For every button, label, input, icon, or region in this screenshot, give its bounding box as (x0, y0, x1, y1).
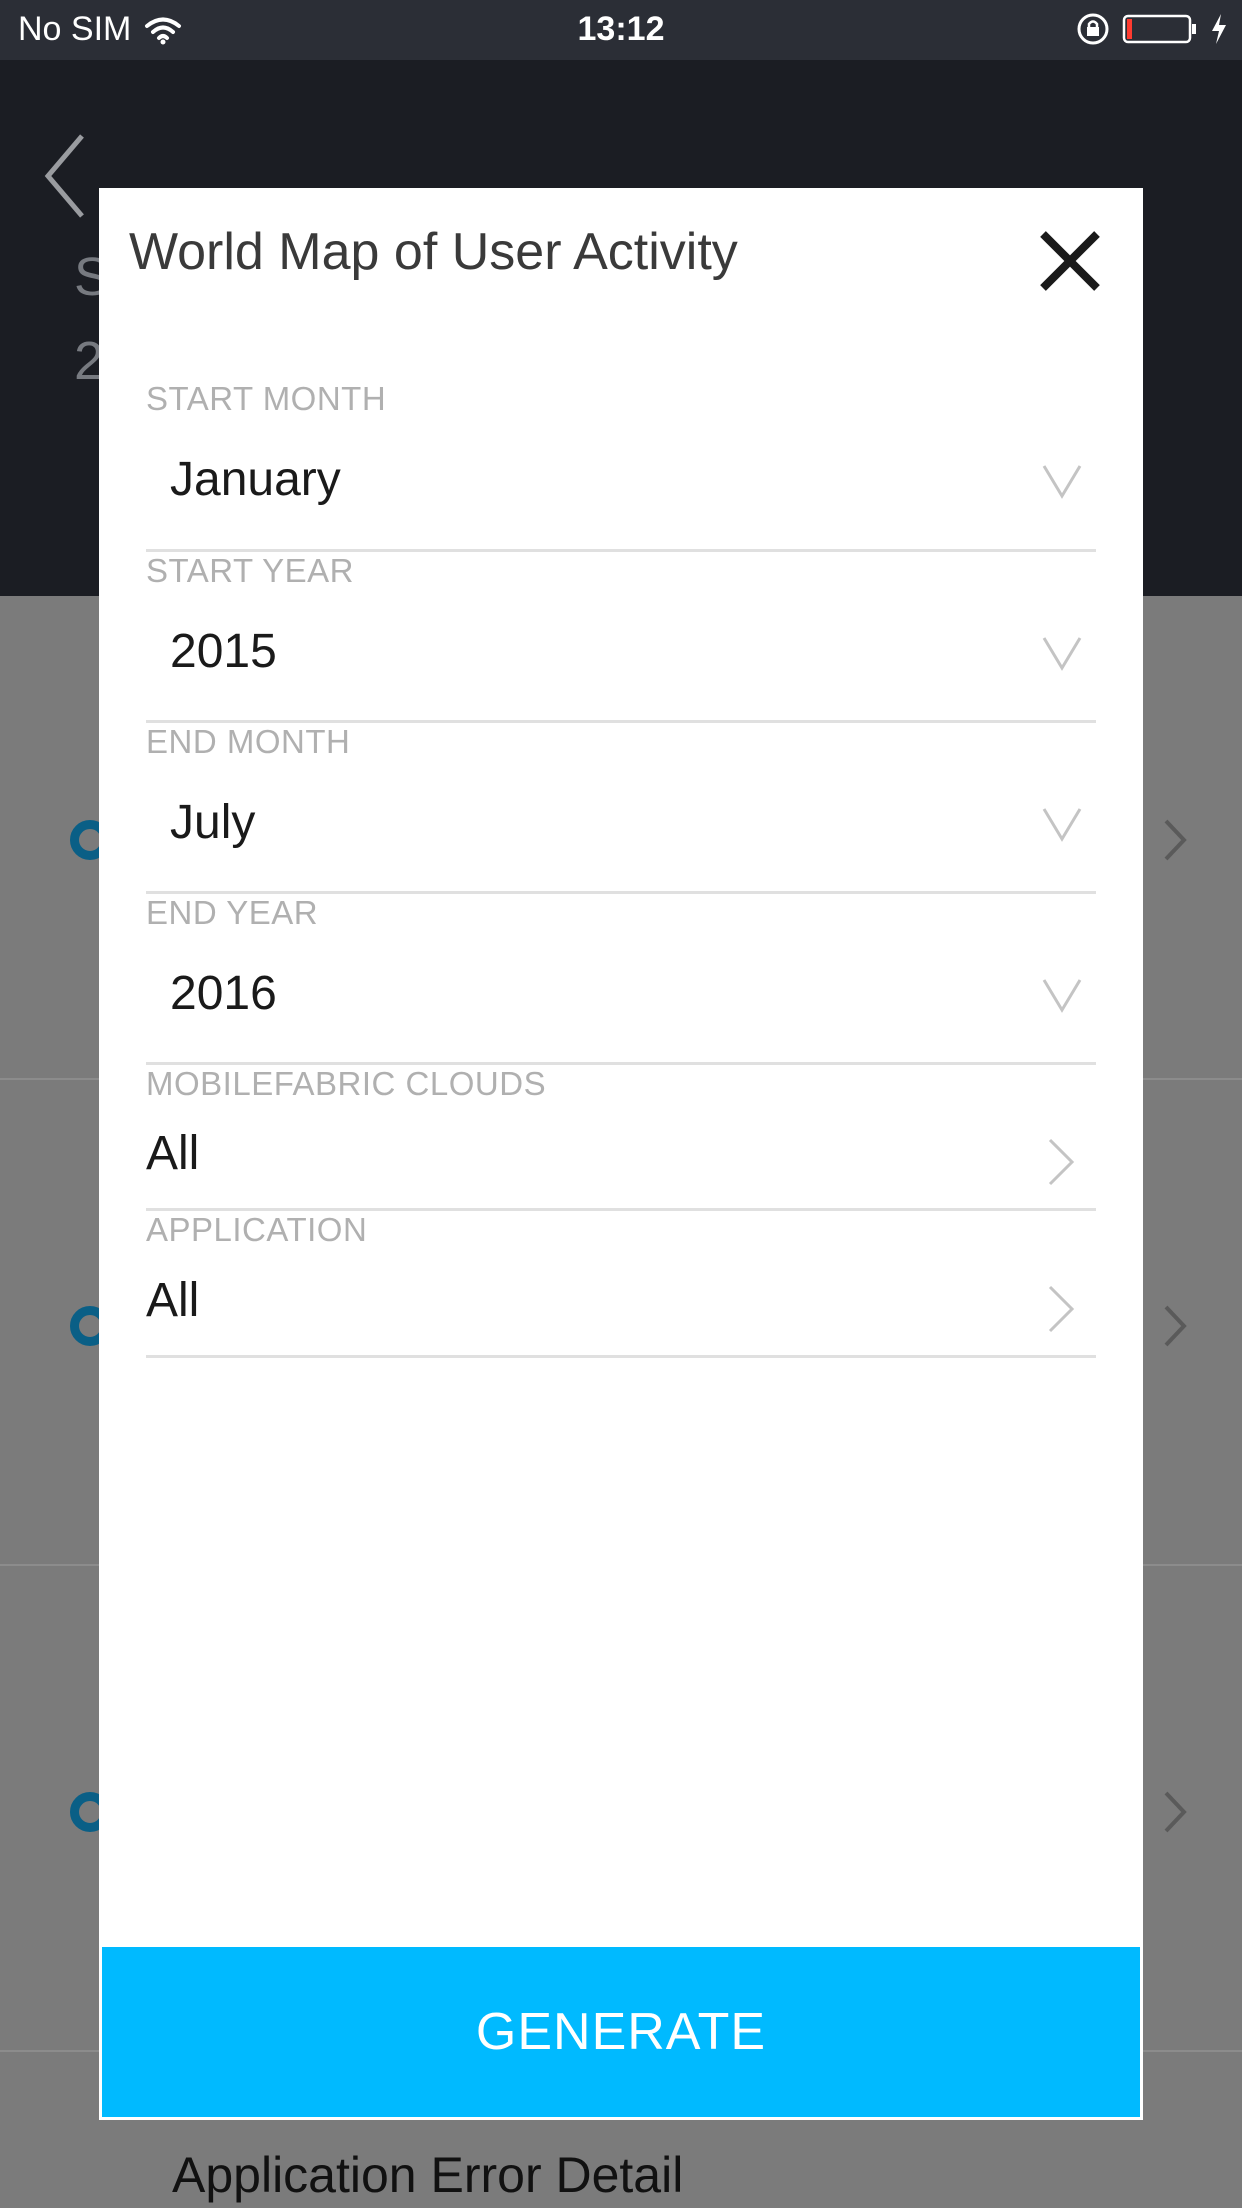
chevron-right-icon (1164, 1305, 1187, 1347)
start-year-value: 2015 (170, 625, 277, 678)
clock: 13:12 (577, 10, 665, 48)
start-month-value: January (170, 453, 341, 506)
close-icon[interactable] (1037, 228, 1103, 294)
start-month-label: START MONTH (146, 380, 387, 417)
end-month-select[interactable]: END MONTH July (146, 723, 1096, 894)
start-year-label: START YEAR (146, 552, 354, 589)
orientation-lock-icon (1077, 13, 1109, 45)
mobilefabric-clouds-selector[interactable]: MOBILEFABRIC CLOUDS All (146, 1065, 1096, 1211)
chevron-right-icon (1048, 1138, 1075, 1186)
chevron-down-icon (1042, 465, 1082, 499)
back-icon[interactable] (36, 126, 96, 226)
chevron-down-icon (1042, 979, 1082, 1013)
list-item-label: Application Error Detail (172, 2147, 684, 2203)
chevron-down-icon (1042, 808, 1082, 842)
end-year-value: 2016 (170, 967, 277, 1020)
chevron-down-icon (1042, 637, 1082, 671)
end-year-label: END YEAR (146, 894, 319, 931)
battery-icon (1122, 14, 1196, 44)
report-dialog: World Map of User Activity START MONTH J… (99, 188, 1143, 2120)
end-month-value: July (170, 796, 256, 849)
dialog-title: World Map of User Activity (129, 223, 738, 281)
mobilefabric-clouds-label: MOBILEFABRIC CLOUDS (146, 1065, 547, 1102)
application-selector[interactable]: APPLICATION All (146, 1211, 1096, 1358)
end-month-label: END MONTH (146, 723, 351, 760)
chevron-right-icon (1164, 1791, 1187, 1833)
start-month-select[interactable]: START MONTH January (146, 380, 1096, 552)
status-right (1076, 12, 1228, 46)
status-bar: No SIM 13:12 (0, 0, 1242, 60)
application-value: All (146, 1274, 200, 1327)
end-year-select[interactable]: END YEAR 2016 (146, 894, 1096, 1065)
application-label: APPLICATION (146, 1211, 368, 1248)
chevron-right-icon (1164, 819, 1187, 861)
generate-button[interactable]: GENERATE (102, 1947, 1140, 2117)
chevron-right-icon (1048, 1285, 1075, 1333)
mobilefabric-clouds-value: All (146, 1127, 200, 1180)
charging-icon (1212, 14, 1226, 44)
start-year-select[interactable]: START YEAR 2015 (146, 552, 1096, 723)
